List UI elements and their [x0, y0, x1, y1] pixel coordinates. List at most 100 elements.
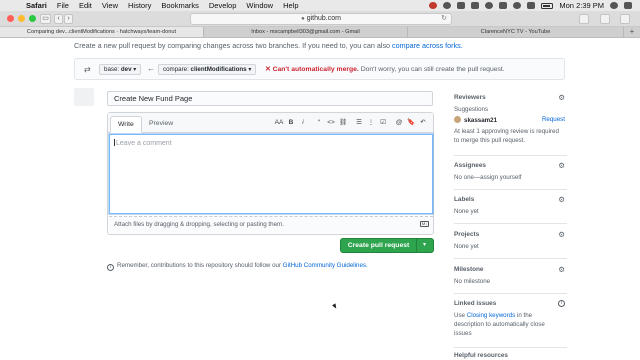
mention-icon[interactable]: @	[393, 118, 405, 128]
zoom-window-icon[interactable]	[29, 15, 36, 22]
suggestions-label: Suggestions	[454, 106, 489, 113]
labels-section: Labels ⚙ None yet	[454, 195, 567, 224]
create-pull-request-main[interactable]: Create pull request	[341, 239, 417, 252]
tab-write[interactable]: Write	[110, 116, 142, 133]
chevron-down-icon: ▾	[133, 66, 137, 73]
gear-icon[interactable]: ⚙	[558, 195, 565, 204]
projects-heading: Projects	[454, 231, 480, 238]
text-caret	[114, 139, 115, 146]
address-bar[interactable]: ● github.com ↻	[190, 13, 452, 25]
status-icon[interactable]	[443, 2, 452, 9]
menu-view[interactable]: View	[102, 1, 118, 10]
tab-github[interactable]: Comparing dev...clientModifications · ha…	[0, 27, 204, 37]
control-center-icon[interactable]	[624, 2, 632, 9]
comment-textarea[interactable]: Leave a comment	[109, 134, 433, 214]
back-button[interactable]: ‹	[54, 14, 63, 24]
attach-files-zone[interactable]: Attach files by dragging & dropping, sel…	[109, 216, 433, 233]
closing-keywords-link[interactable]: Closing keywords	[467, 312, 516, 319]
helpful-resources-section: Helpful resources	[454, 352, 567, 360]
code-icon[interactable]: <>	[325, 118, 337, 128]
volume-icon[interactable]	[527, 2, 536, 9]
review-requirement-note: At least 1 approving review is required …	[454, 128, 559, 144]
attach-files-text: Attach files by dragging & dropping, sel…	[114, 221, 284, 228]
search-icon[interactable]	[610, 2, 618, 9]
record-icon[interactable]	[429, 2, 438, 9]
dropbox-icon[interactable]	[457, 2, 466, 9]
intro-text: Create a new pull request by comparing c…	[74, 41, 393, 50]
tab-bar: Comparing dev...clientModifications · ha…	[0, 27, 640, 38]
menu-develop[interactable]: Develop	[209, 1, 237, 10]
quote-icon[interactable]: “	[313, 118, 325, 128]
browser-toolbar: ▭ ‹ › ● github.com ↻	[0, 11, 640, 27]
reviewers-section: Reviewers ⚙ Suggestions skassam21 Reques…	[454, 93, 567, 156]
editor-tabs: Write Preview AA B i “ <> ⛓ ☰ ⋮ ☑ @ 🔖 ↶	[108, 113, 433, 133]
minimize-window-icon[interactable]	[18, 15, 25, 22]
menu-clock[interactable]: Mon 2:39 PM	[559, 1, 604, 10]
downloads-icon[interactable]	[579, 14, 589, 24]
share-icon[interactable]	[600, 14, 610, 24]
projects-section: Projects ⚙ None yet	[454, 230, 567, 259]
menu-edit[interactable]: Edit	[79, 1, 92, 10]
reviewer-avatar	[454, 116, 461, 123]
pr-title-input[interactable]: Create New Fund Page	[107, 91, 433, 106]
create-options-caret-icon[interactable]: ▾	[416, 239, 433, 252]
link-icon[interactable]: ⛓	[337, 118, 349, 128]
info-icon[interactable]: i	[558, 300, 565, 307]
milestone-value: No milestone	[454, 278, 491, 285]
numbered-list-icon[interactable]: ⋮	[365, 118, 377, 128]
merge-status: ✕ Can't automatically merge. Don't worry…	[265, 65, 505, 73]
add-tab-button[interactable]: +	[624, 27, 640, 37]
labels-value: None yet	[454, 208, 479, 215]
compare-across-forks-link[interactable]: compare across forks.	[392, 41, 463, 50]
heading-icon[interactable]: AA	[273, 118, 285, 128]
menu-help[interactable]: Help	[283, 1, 298, 10]
gear-icon[interactable]: ⚙	[558, 265, 565, 274]
menu-bookmarks[interactable]: Bookmarks	[161, 1, 199, 10]
menu-file[interactable]: File	[57, 1, 69, 10]
italic-icon[interactable]: i	[297, 118, 309, 128]
tab-youtube[interactable]: ClarenceNYC TV - YouTube	[408, 27, 624, 37]
bluetooth-icon[interactable]	[499, 2, 508, 9]
bulleted-list-icon[interactable]: ☰	[353, 118, 365, 128]
reload-icon[interactable]: ↻	[441, 14, 447, 24]
tab-gmail[interactable]: Inbox - mscampbell303@gmail.com - Gmail	[204, 27, 408, 37]
tab-preview[interactable]: Preview	[142, 116, 180, 133]
wifi-icon[interactable]	[513, 2, 522, 9]
compare-label: compare:	[163, 66, 189, 73]
reply-icon[interactable]: ↶	[417, 118, 429, 128]
gear-icon[interactable]: ⚙	[558, 230, 565, 239]
suggested-reviewer[interactable]: skassam21	[454, 116, 497, 125]
compare-intro: Create a new pull request by comparing c…	[74, 41, 463, 50]
gear-icon[interactable]: ⚙	[558, 93, 565, 102]
forward-button[interactable]: ›	[64, 14, 73, 24]
battery-icon[interactable]	[541, 2, 554, 9]
bold-icon[interactable]: B	[285, 118, 297, 128]
merge-status-text: Can't automatically merge.	[272, 66, 359, 73]
merge-status-note: Don't worry, you can still create the pu…	[360, 66, 505, 73]
assign-yourself-link[interactable]: No one—assign yourself	[454, 173, 521, 182]
arrow-left-icon: ←	[147, 64, 155, 73]
menu-window[interactable]: Window	[246, 1, 273, 10]
menu-history[interactable]: History	[128, 1, 151, 10]
pull-request-form: Create New Fund Page Write Preview AA B …	[107, 88, 435, 256]
close-window-icon[interactable]	[7, 15, 14, 22]
time-machine-icon[interactable]	[485, 2, 494, 9]
request-review-link[interactable]: Request	[542, 116, 565, 123]
markdown-toolbar: AA B i “ <> ⛓ ☰ ⋮ ☑ @ 🔖 ↶	[273, 118, 429, 128]
task-list-icon[interactable]: ☑	[377, 118, 389, 128]
compare-branch-select[interactable]: compare: clientModifications ▾	[158, 64, 257, 75]
window-controls	[7, 15, 36, 22]
guidelines-text: Remember, contributions to this reposito…	[117, 262, 283, 269]
reference-icon[interactable]: 🔖	[405, 118, 417, 128]
base-branch-select[interactable]: base: dev ▾	[99, 64, 142, 75]
gear-icon[interactable]: ⚙	[558, 161, 565, 170]
macos-menu-bar: Safari File Edit View History Bookmarks …	[0, 0, 640, 11]
markdown-icon[interactable]: M↓	[420, 221, 429, 227]
community-guidelines-link[interactable]: GitHub Community Guidelines.	[283, 262, 368, 269]
community-guidelines-note: i Remember, contributions to this reposit…	[107, 262, 368, 271]
cloud-icon[interactable]	[471, 2, 480, 9]
compare-icon: ⇄	[84, 65, 91, 74]
menu-safari[interactable]: Safari	[26, 1, 47, 10]
new-tab-icon[interactable]	[620, 14, 630, 24]
sidebar-toggle-button[interactable]: ▭	[40, 14, 51, 24]
